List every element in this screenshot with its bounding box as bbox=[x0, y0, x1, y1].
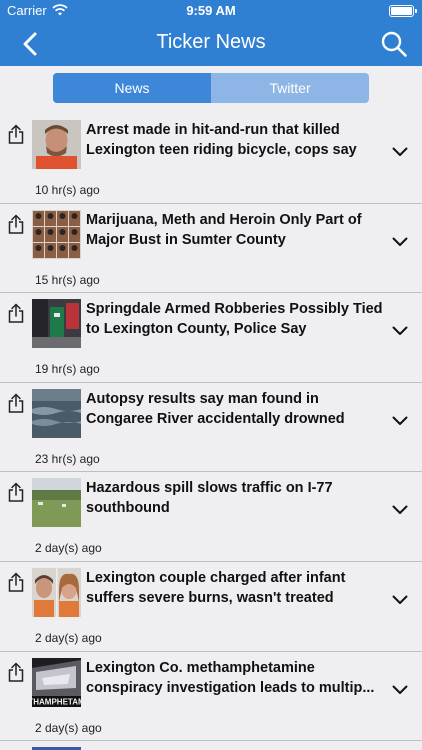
news-headline[interactable]: Springdale Armed Robberies Possibly Tied… bbox=[86, 299, 386, 339]
news-thumbnail bbox=[32, 478, 81, 528]
news-thumbnail bbox=[32, 567, 81, 617]
chevron-down-icon[interactable] bbox=[392, 237, 408, 247]
news-list-item[interactable]: Lexington couple charged after infant su… bbox=[0, 561, 422, 652]
chevron-down-icon[interactable] bbox=[392, 326, 408, 336]
chevron-down-icon[interactable] bbox=[392, 147, 408, 157]
share-icon[interactable] bbox=[7, 662, 25, 682]
news-headline[interactable]: Lexington Co. methamphetamine conspiracy… bbox=[86, 658, 386, 698]
chevron-down-icon[interactable] bbox=[392, 505, 408, 515]
news-thumbnail bbox=[32, 299, 81, 349]
segment-bar: News Twitter bbox=[0, 66, 422, 114]
news-headline[interactable]: Hazardous spill slows traffic on I-77 so… bbox=[86, 478, 386, 518]
chevron-down-icon[interactable] bbox=[392, 595, 408, 605]
news-list-item[interactable]: Arrest made in hit-and-run that killed L… bbox=[0, 114, 422, 204]
share-icon[interactable] bbox=[7, 393, 25, 413]
news-headline[interactable]: Arrest made in hit-and-run that killed L… bbox=[86, 120, 386, 160]
news-headline[interactable]: Lexington couple charged after infant su… bbox=[86, 568, 386, 608]
news-timestamp: 10 hr(s) ago bbox=[35, 183, 100, 197]
news-thumbnail bbox=[32, 209, 81, 259]
news-list-item-partial[interactable] bbox=[0, 741, 422, 750]
news-timestamp: 2 day(s) ago bbox=[35, 720, 102, 735]
share-icon[interactable] bbox=[7, 482, 25, 503]
share-icon[interactable] bbox=[7, 303, 25, 323]
status-bar: Carrier 9:59 AM bbox=[0, 0, 422, 22]
chevron-down-icon[interactable] bbox=[392, 685, 408, 695]
news-list-item[interactable]: Autopsy results say man found in Congare… bbox=[0, 382, 422, 473]
page-title: Ticker News bbox=[156, 31, 266, 53]
share-icon[interactable] bbox=[7, 214, 25, 234]
tab-news[interactable]: News bbox=[53, 73, 211, 103]
battery-icon bbox=[389, 5, 417, 17]
navigation-bar: Ticker News bbox=[0, 22, 422, 66]
news-thumbnail bbox=[32, 388, 81, 438]
tab-twitter[interactable]: Twitter bbox=[211, 73, 369, 103]
share-icon[interactable] bbox=[7, 572, 25, 592]
segmented-control: News Twitter bbox=[53, 73, 369, 103]
news-thumbnail bbox=[32, 120, 81, 169]
news-timestamp: 19 hr(s) ago bbox=[35, 362, 100, 377]
thumbnail-caption: THAMPHETAM bbox=[32, 697, 81, 706]
news-list: Arrest made in hit-and-run that killed L… bbox=[0, 114, 422, 750]
news-thumbnail: THAMPHETAM bbox=[32, 657, 81, 707]
news-headline[interactable]: Autopsy results say man found in Congare… bbox=[86, 389, 386, 429]
search-icon bbox=[381, 31, 407, 57]
news-headline[interactable]: Marijuana, Meth and Heroin Only Part of … bbox=[86, 210, 386, 250]
news-list-item[interactable]: THAMPHETAM Lexington Co. methamphetamine… bbox=[0, 651, 422, 742]
news-list-item[interactable]: Marijuana, Meth and Heroin Only Part of … bbox=[0, 203, 422, 294]
news-timestamp: 15 hr(s) ago bbox=[35, 272, 100, 287]
share-icon[interactable] bbox=[7, 124, 25, 144]
news-list-item[interactable]: Springdale Armed Robberies Possibly Tied… bbox=[0, 293, 422, 383]
news-timestamp: 23 hr(s) ago bbox=[35, 451, 100, 466]
news-list-item[interactable]: Hazardous spill slows traffic on I-77 so… bbox=[0, 472, 422, 562]
news-timestamp: 2 day(s) ago bbox=[35, 630, 102, 645]
status-time: 9:59 AM bbox=[186, 3, 236, 18]
news-timestamp: 2 day(s) ago bbox=[35, 541, 102, 556]
chevron-down-icon[interactable] bbox=[392, 416, 408, 426]
search-button[interactable] bbox=[380, 30, 408, 58]
